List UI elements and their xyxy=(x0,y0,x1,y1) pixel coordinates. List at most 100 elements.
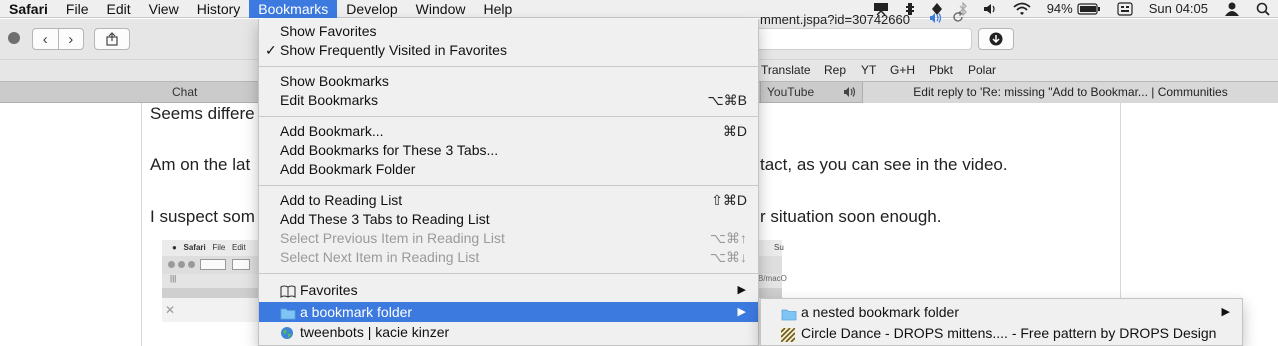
reload-icon[interactable] xyxy=(952,10,964,26)
thumb-close-icon: ✕ xyxy=(165,303,176,317)
menu-item-label: a bookmark folder xyxy=(300,304,413,320)
menu-item-add-bookmark[interactable]: Add Bookmark... ⌘D xyxy=(259,122,758,141)
menu-item-edit-bookmarks[interactable]: Edit Bookmarks ⌥⌘B xyxy=(259,91,758,110)
menu-separator xyxy=(259,273,758,274)
battery-text: 94% xyxy=(1046,1,1073,16)
volume-icon[interactable] xyxy=(983,2,997,16)
menu-edit[interactable]: Edit xyxy=(97,0,139,18)
thumb-dot xyxy=(168,261,175,268)
user-icon[interactable] xyxy=(1224,2,1240,16)
menu-item-show-bookmarks[interactable]: Show Bookmarks xyxy=(259,72,758,91)
download-icon xyxy=(989,32,1003,46)
menu-item-tweenbots[interactable]: tweenbots | kacie kinzer xyxy=(259,323,758,342)
menu-item-label: Add These 3 Tabs to Reading List xyxy=(280,211,490,227)
menu-item-add-to-reading-list[interactable]: Add to Reading List ⇧⌘D xyxy=(259,191,758,210)
menu-item-add-bookmark-folder[interactable]: Add Bookmark Folder xyxy=(259,160,758,179)
menu-separator xyxy=(259,66,758,67)
checkmark-icon: ✓ xyxy=(265,42,277,58)
menu-window[interactable]: Window xyxy=(407,0,475,18)
thumb-apple-icon: ● xyxy=(172,243,177,252)
menu-item-label: Show Frequently Visited in Favorites xyxy=(280,42,507,58)
thumb-dot xyxy=(188,261,195,268)
menu-view[interactable]: View xyxy=(140,0,188,18)
menu-item-label: tweenbots | kacie kinzer xyxy=(300,324,450,340)
bookmark-gh[interactable]: G+H xyxy=(890,63,915,77)
menu-item-label: Add Bookmarks for These 3 Tabs... xyxy=(280,142,499,158)
window-close-button[interactable] xyxy=(8,32,20,44)
menu-item-shortcut: ⌘D xyxy=(722,123,747,139)
menu-item-label: Add to Reading List xyxy=(280,192,403,208)
folder-icon xyxy=(280,305,296,325)
menu-history[interactable]: History xyxy=(188,0,250,18)
spotlight-icon[interactable] xyxy=(1256,2,1270,16)
bookmark-yt[interactable]: YT xyxy=(861,63,876,77)
menu-item-label: Edit Bookmarks xyxy=(280,92,379,108)
thumb-share-box xyxy=(232,259,250,270)
post-text-line-3-end: r situation soon enough. xyxy=(760,207,942,226)
menu-separator xyxy=(259,185,758,186)
tab-edit-reply-label: Edit reply to 'Re: missing "Add to Bookm… xyxy=(913,85,1228,99)
bookmark-polar[interactable]: Polar xyxy=(968,63,996,77)
nav-buttons: ‹ › xyxy=(32,28,84,50)
submenu-item-label: a nested bookmark folder xyxy=(801,304,959,320)
drops-favicon xyxy=(780,327,796,346)
audio-playing-icon[interactable] xyxy=(929,12,943,27)
forward-button[interactable]: › xyxy=(57,29,84,49)
menu-file[interactable]: File xyxy=(57,0,98,18)
bookmark-pbkt[interactable]: Pbkt xyxy=(929,63,953,77)
menu-item-add-tabs-to-reading-list[interactable]: Add These 3 Tabs to Reading List xyxy=(259,210,758,229)
book-icon xyxy=(280,284,296,303)
menu-item-shortcut: ⇧⌘D xyxy=(711,192,747,208)
thumb-menu-edit: Edit xyxy=(231,243,246,252)
menu-item-show-frequently-visited[interactable]: ✓ Show Frequently Visited in Favorites xyxy=(259,41,758,60)
tab-youtube[interactable]: YouTube xyxy=(760,82,862,103)
bookmark-rep[interactable]: Rep xyxy=(824,63,846,77)
bookmark-translate[interactable]: Translate xyxy=(761,63,811,77)
submenu-item-nested-folder[interactable]: a nested bookmark folder ▶ xyxy=(761,302,1242,323)
battery-icon[interactable] xyxy=(1077,3,1101,15)
submenu-arrow-icon: ▶ xyxy=(1221,306,1230,318)
address-text[interactable]: mment.jspa?id=30742660 xyxy=(760,12,910,27)
post-text-line-3: I suspect som xyxy=(150,207,255,226)
menu-bookmarks[interactable]: Bookmarks xyxy=(249,0,338,18)
menu-item-label: Favorites xyxy=(300,282,358,298)
menu-item-favorites[interactable]: Favorites ▶ xyxy=(259,281,758,300)
submenu-arrow-icon: ▶ xyxy=(737,306,746,318)
menu-item-add-bookmarks-for-tabs[interactable]: Add Bookmarks for These 3 Tabs... xyxy=(259,141,758,160)
wifi-icon[interactable] xyxy=(1013,2,1031,16)
menu-develop[interactable]: Develop xyxy=(337,0,406,18)
globe-icon xyxy=(280,326,294,345)
submenu-arrow-icon: ▶ xyxy=(737,284,746,296)
menu-item-show-favorites[interactable]: Show Favorites xyxy=(259,22,758,41)
post-text-line-2: Am on the lat xyxy=(150,155,251,174)
menu-item-shortcut: ⌥⌘B xyxy=(707,92,747,108)
thumb-right-text: B/macO xyxy=(758,274,787,283)
bookmarks-menu: Show Favorites ✓ Show Frequently Visited… xyxy=(258,19,759,346)
downloads-button[interactable] xyxy=(978,28,1014,50)
back-button[interactable]: ‹ xyxy=(33,29,58,49)
input-menu-icon[interactable] xyxy=(1117,2,1133,16)
bookmark-folder-submenu: a nested bookmark folder ▶ Circle Dance … xyxy=(760,298,1243,346)
content-border-left xyxy=(141,103,142,346)
thumb-menu-safari: Safari xyxy=(183,243,206,252)
post-text-line-1: Seems differe xyxy=(150,104,255,123)
menu-separator xyxy=(259,116,758,117)
thumb-nav-box xyxy=(200,259,226,270)
share-button[interactable] xyxy=(94,28,130,50)
menu-item-bookmark-folder[interactable]: a bookmark folder ▶ xyxy=(259,302,758,322)
thumb-tabs-text: ||| xyxy=(170,274,177,283)
submenu-item-label: Circle Dance - DROPS mittens.... - Free … xyxy=(801,325,1217,341)
menu-item-label: Add Bookmark Folder xyxy=(280,161,416,177)
post-text-line-2-end: tact, as you can see in the video. xyxy=(760,155,1008,174)
menu-item-select-next-reading: Select Next Item in Reading List ⌥⌘↓ xyxy=(259,248,758,267)
submenu-item-circle-dance[interactable]: Circle Dance - DROPS mittens.... - Free … xyxy=(761,323,1242,344)
menu-safari[interactable]: Safari xyxy=(0,0,57,18)
menu-item-select-previous-reading: Select Previous Item in Reading List ⌥⌘↑ xyxy=(259,229,758,248)
tab-edit-reply[interactable]: Edit reply to 'Re: missing "Add to Bookm… xyxy=(862,82,1278,103)
tab-chat-label: Chat xyxy=(172,85,198,99)
menu-help[interactable]: Help xyxy=(474,0,521,18)
clock-text[interactable]: Sun 04:05 xyxy=(1149,0,1208,18)
status-area: 94% Sun 04:05 xyxy=(865,0,1278,18)
menu-item-label: Show Favorites xyxy=(280,23,377,39)
menu-item-label: Select Previous Item in Reading List xyxy=(280,230,505,246)
